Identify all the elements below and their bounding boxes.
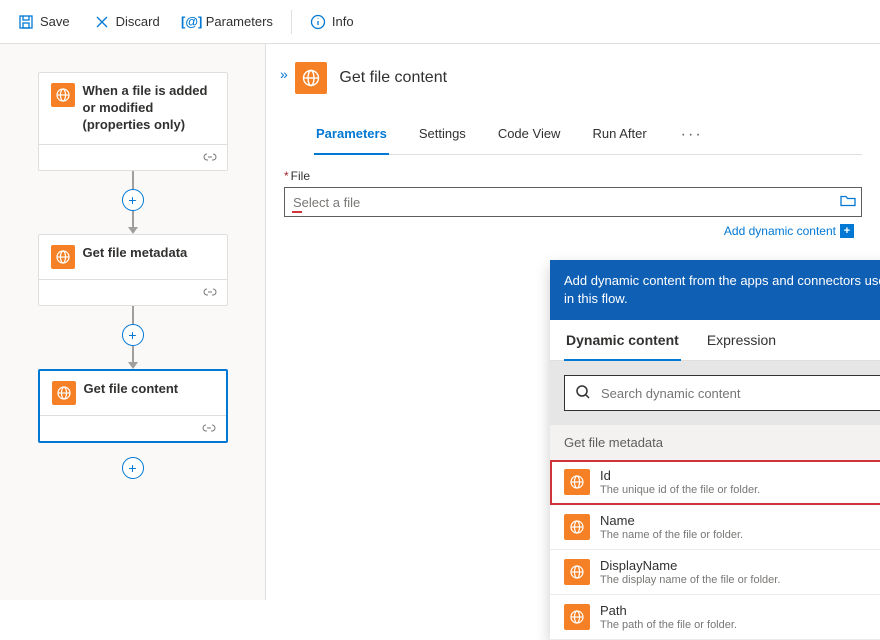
save-button[interactable]: Save (8, 8, 80, 36)
result-item-path[interactable]: Path The path of the file or folder. (550, 595, 880, 640)
search-box[interactable] (564, 375, 880, 411)
info-label: Info (332, 14, 354, 29)
detail-title: Get file content (339, 69, 447, 87)
connector-line (132, 171, 134, 189)
discard-icon (94, 14, 110, 30)
sharepoint-icon (295, 62, 327, 94)
sharepoint-icon (564, 469, 590, 495)
result-title: Name (600, 513, 743, 528)
folder-picker-icon[interactable] (840, 194, 856, 211)
results-list[interactable]: Get file metadata See more Id The unique… (550, 425, 880, 640)
detail-tabs: Parameters Settings Code View Run After … (314, 118, 862, 155)
action-card-metadata[interactable]: Get file metadata (38, 234, 228, 306)
action-title: Get file content (84, 381, 179, 398)
result-item-id[interactable]: Id The unique id of the file or folder. (550, 460, 880, 505)
flow-canvas: When a file is added or modified (proper… (0, 44, 265, 600)
dynamic-content-popup: Add dynamic content from the apps and co… (550, 260, 880, 640)
result-item-name[interactable]: Name The name of the file or folder. (550, 505, 880, 550)
result-title: Id (600, 468, 760, 483)
action-title: When a file is added or modified (proper… (83, 83, 215, 134)
info-button[interactable]: Info (300, 8, 364, 36)
sharepoint-icon (564, 604, 590, 630)
discard-button[interactable]: Discard (84, 8, 170, 36)
tab-overflow[interactable]: ··· (677, 118, 707, 154)
search-input[interactable] (601, 386, 880, 401)
parameters-label: Parameters (206, 14, 273, 29)
save-icon (18, 14, 34, 30)
input-cursor (292, 211, 302, 213)
result-item-displayname[interactable]: DisplayName The display name of the file… (550, 550, 880, 595)
link-icon (202, 421, 216, 436)
add-step-button[interactable]: + (122, 189, 144, 211)
tab-parameters[interactable]: Parameters (314, 118, 389, 154)
file-input[interactable] (284, 187, 862, 217)
sharepoint-icon (51, 245, 75, 269)
result-title: DisplayName (600, 558, 780, 573)
result-desc: The name of the file or folder. (600, 529, 743, 541)
sharepoint-icon (564, 514, 590, 540)
action-card-content[interactable]: Get file content (38, 369, 228, 443)
link-icon (203, 285, 217, 300)
info-icon (310, 14, 326, 30)
arrow-icon (128, 227, 138, 234)
add-dynamic-content-link[interactable]: Add dynamic content + (724, 224, 854, 238)
popup-banner-text: Add dynamic content from the apps and co… (564, 272, 880, 308)
add-step-button[interactable]: + (122, 324, 144, 346)
tab-settings[interactable]: Settings (417, 118, 468, 154)
save-label: Save (40, 14, 70, 29)
sharepoint-icon (52, 381, 76, 405)
plus-icon: + (840, 224, 854, 238)
parameters-button[interactable]: [@] Parameters (174, 8, 283, 36)
tab-code-view[interactable]: Code View (496, 118, 563, 154)
result-desc: The display name of the file or folder. (600, 574, 780, 586)
file-field-label: *File (284, 169, 862, 183)
detail-panel: » Get file content Parameters Settings C… (265, 44, 880, 600)
action-card-trigger[interactable]: When a file is added or modified (proper… (38, 72, 228, 171)
connector-line (132, 306, 134, 324)
tab-run-after[interactable]: Run After (590, 118, 648, 154)
toolbar-separator (291, 10, 292, 34)
search-icon (575, 384, 591, 403)
link-icon (203, 150, 217, 165)
collapse-icon[interactable]: » (276, 62, 292, 86)
sharepoint-icon (51, 83, 75, 107)
sharepoint-icon (564, 559, 590, 585)
result-title: Path (600, 603, 737, 618)
tab-expression[interactable]: Expression (705, 320, 778, 360)
action-title: Get file metadata (83, 245, 188, 262)
discard-label: Discard (116, 14, 160, 29)
arrow-icon (128, 362, 138, 369)
result-group-header: Get file metadata See more (550, 425, 880, 460)
tab-dynamic-content[interactable]: Dynamic content (564, 320, 681, 360)
command-bar: Save Discard [@] Parameters Info (0, 0, 880, 44)
result-desc: The path of the file or folder. (600, 619, 737, 631)
parameters-icon: [@] (184, 14, 200, 30)
result-desc: The unique id of the file or folder. (600, 484, 760, 496)
add-step-button[interactable]: + (122, 457, 144, 479)
